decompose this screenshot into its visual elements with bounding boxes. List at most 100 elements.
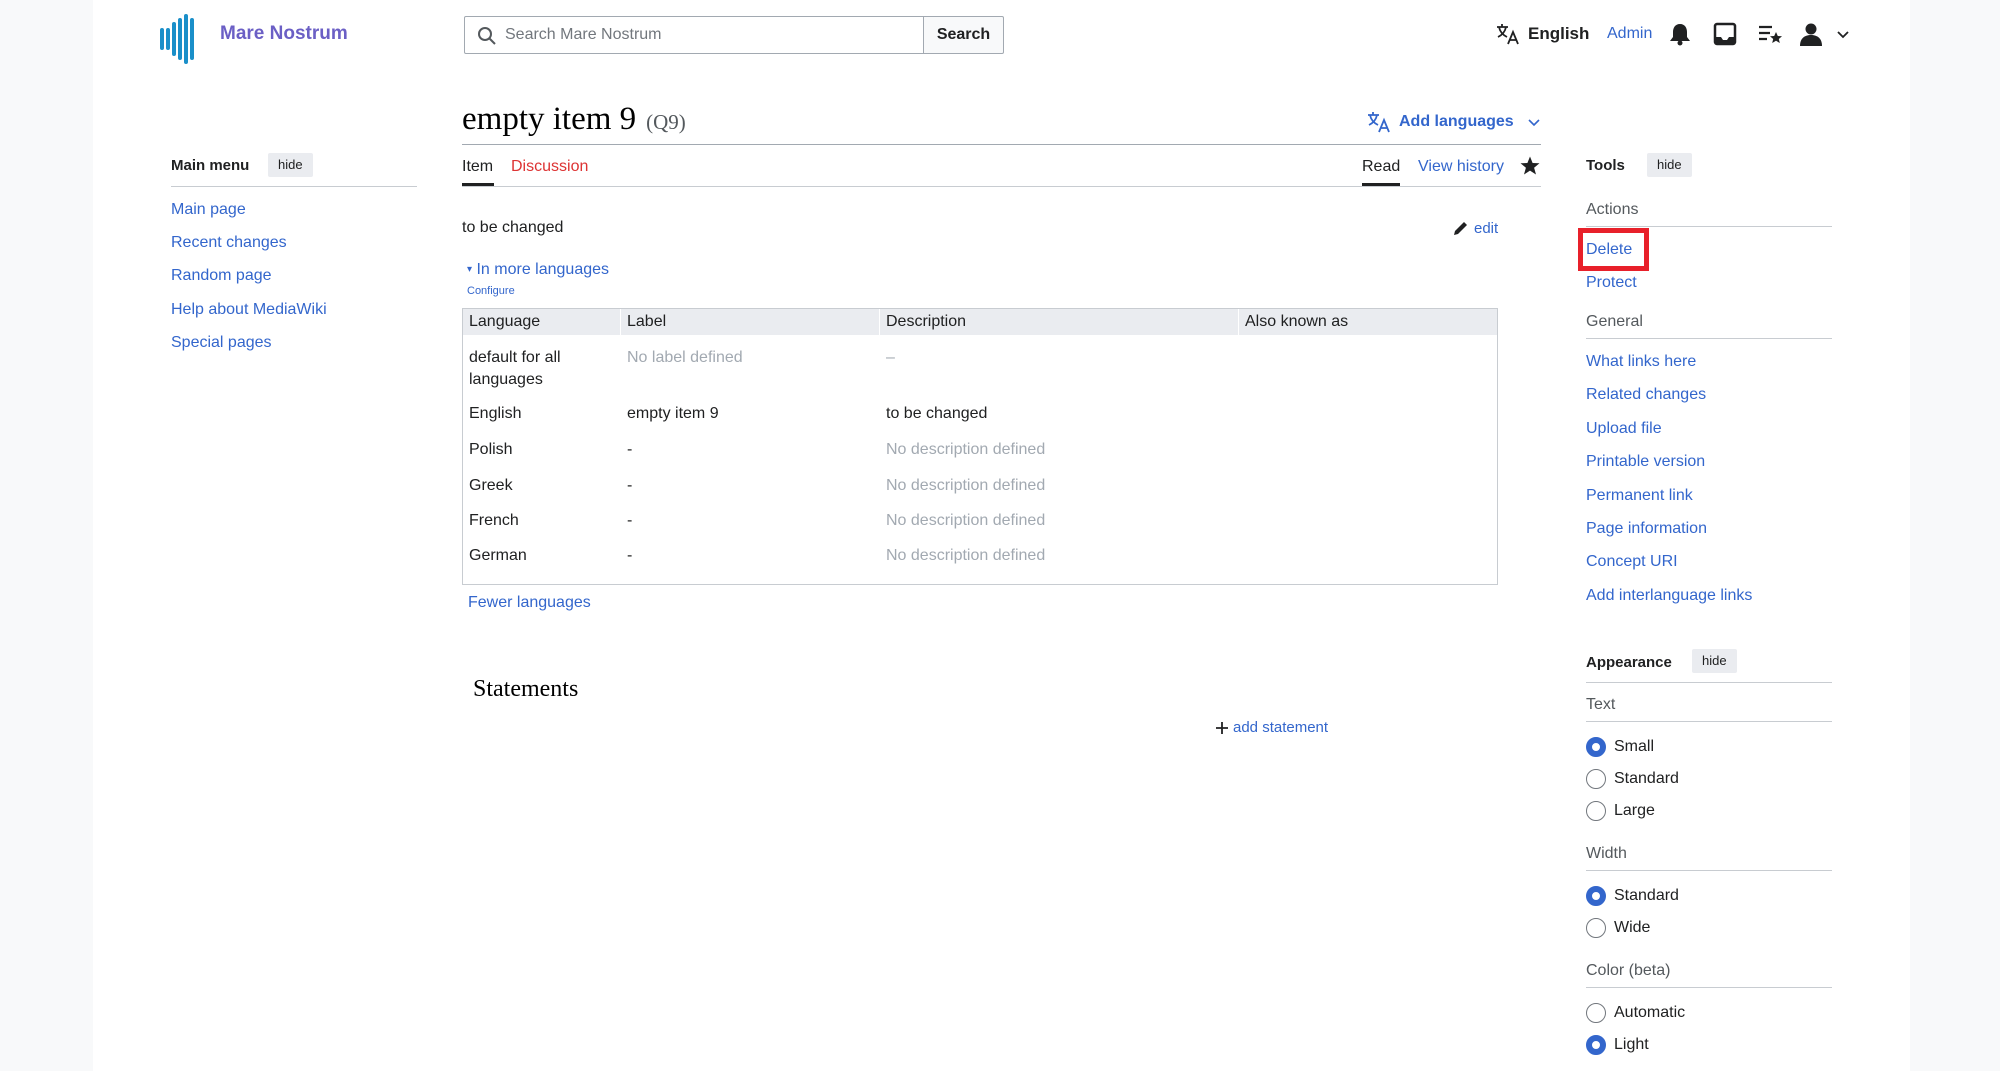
width-wide-option[interactable]: Wide xyxy=(1586,918,1650,938)
add-languages-label: Add languages xyxy=(1399,113,1514,130)
item-id: (Q9) xyxy=(646,110,686,134)
search-box[interactable] xyxy=(464,16,925,54)
appearance-divider xyxy=(1586,682,1832,683)
radio-width-wide[interactable] xyxy=(1586,918,1606,938)
general-heading: General xyxy=(1586,313,1643,330)
row-label[interactable]: - xyxy=(627,510,632,532)
column-header-language: Language xyxy=(469,313,541,330)
search-button[interactable]: Search xyxy=(923,16,1004,54)
radio-light[interactable] xyxy=(1586,1035,1606,1055)
edit-button[interactable]: edit xyxy=(1452,219,1498,237)
text-size-small-option[interactable]: Small xyxy=(1586,737,1654,757)
table-header: Language Label Description Also known as xyxy=(463,309,1497,335)
row-label[interactable]: - xyxy=(627,475,632,497)
edit-label: edit xyxy=(1474,219,1499,237)
color-light-option[interactable]: Light xyxy=(1586,1035,1649,1055)
sidebar-item-recent-changes[interactable]: Recent changes xyxy=(171,234,287,252)
radio-label: Wide xyxy=(1614,919,1651,936)
radio-large[interactable] xyxy=(1586,801,1606,821)
radio-label: Automatic xyxy=(1614,1004,1686,1021)
column-header-label: Label xyxy=(627,313,667,330)
add-languages-button[interactable]: Add languages xyxy=(1367,111,1542,133)
watch-star-icon[interactable] xyxy=(1519,155,1541,182)
site-name[interactable]: Mare Nostrum xyxy=(220,23,348,45)
add-statement-button[interactable]: add statement xyxy=(1215,719,1328,736)
row-label[interactable]: - xyxy=(627,439,632,461)
row-language: French xyxy=(469,512,519,529)
tools-item-related-changes[interactable]: Related changes xyxy=(1586,386,1706,404)
tab-read[interactable]: Read xyxy=(1362,158,1400,176)
tools-hide-button[interactable]: hide xyxy=(1647,153,1692,177)
sidebar-item-help[interactable]: Help about MediaWiki xyxy=(171,301,327,319)
pencil-icon xyxy=(1454,222,1467,235)
row-description[interactable]: to be changed xyxy=(886,403,987,425)
actions-divider xyxy=(1586,226,1832,227)
row-label[interactable]: empty item 9 xyxy=(627,403,719,425)
title-divider xyxy=(462,144,1541,145)
color-automatic-option[interactable]: Automatic xyxy=(1586,1003,1685,1023)
tools-item-upload-file[interactable]: Upload file xyxy=(1586,420,1662,438)
tools-item-concept-uri[interactable]: Concept URI xyxy=(1586,553,1678,571)
radio-small[interactable] xyxy=(1586,737,1606,757)
languages-table: Language Label Description Also known as… xyxy=(462,308,1498,585)
row-label[interactable]: - xyxy=(627,545,632,567)
tools-item-printable-version[interactable]: Printable version xyxy=(1586,453,1705,471)
tab-view-history[interactable]: View history xyxy=(1418,158,1504,176)
tab-discussion[interactable]: Discussion xyxy=(511,158,588,176)
main-menu-heading: Main menu xyxy=(171,157,250,174)
width-standard-option[interactable]: Standard xyxy=(1586,886,1679,906)
tools-item-add-interlanguage-links[interactable]: Add interlanguage links xyxy=(1586,587,1752,605)
text-size-standard-option[interactable]: Standard xyxy=(1586,769,1679,789)
row-description[interactable]: No description defined xyxy=(886,545,1045,567)
sidebar-item-special-pages[interactable]: Special pages xyxy=(171,334,272,352)
radio-automatic[interactable] xyxy=(1586,1003,1606,1023)
main-menu-hide-button[interactable]: hide xyxy=(268,153,313,177)
site-logo[interactable] xyxy=(159,8,203,64)
chevron-down-icon[interactable] xyxy=(1834,21,1852,47)
sidebar-item-random-page[interactable]: Random page xyxy=(171,267,272,285)
search-input[interactable] xyxy=(505,17,915,53)
text-size-large-option[interactable]: Large xyxy=(1586,801,1655,821)
row-label[interactable]: No label defined xyxy=(627,347,743,369)
row-description[interactable]: No description defined xyxy=(886,510,1045,532)
plus-icon xyxy=(1216,721,1228,734)
radio-label: Small xyxy=(1614,738,1655,755)
tabs-divider xyxy=(462,186,1541,187)
tools-item-page-information[interactable]: Page information xyxy=(1586,520,1707,538)
inbox-icon[interactable] xyxy=(1712,21,1738,47)
radio-standard[interactable] xyxy=(1586,769,1606,789)
notifications-icon[interactable] xyxy=(1667,21,1693,47)
row-language: default for all languages xyxy=(469,349,561,388)
general-divider xyxy=(1586,338,1832,339)
appearance-hide-button[interactable]: hide xyxy=(1692,649,1737,673)
actions-heading: Actions xyxy=(1586,201,1639,218)
in-more-languages-toggle[interactable]: ▾ In more languages xyxy=(467,261,609,279)
row-language: German xyxy=(469,547,527,564)
statements-heading: Statements xyxy=(473,676,579,702)
row-language: Greek xyxy=(469,477,513,494)
caret-down-icon: ▾ xyxy=(467,264,473,275)
tools-item-what-links-here[interactable]: What links here xyxy=(1586,353,1696,371)
watchlist-icon[interactable] xyxy=(1757,21,1783,47)
row-description[interactable]: No description defined xyxy=(886,475,1045,497)
tools-item-permanent-link[interactable]: Permanent link xyxy=(1586,487,1693,505)
main-menu-divider xyxy=(171,186,417,187)
width-heading: Width xyxy=(1586,845,1627,862)
tab-item[interactable]: Item xyxy=(462,158,493,176)
sidebar-item-main-page[interactable]: Main page xyxy=(171,201,246,219)
radio-label: Standard xyxy=(1614,887,1679,904)
row-description[interactable]: – xyxy=(886,347,895,369)
row-description[interactable]: No description defined xyxy=(886,439,1045,461)
radio-label: Large xyxy=(1614,802,1655,819)
search-icon xyxy=(478,27,496,45)
logo-icon xyxy=(160,14,194,64)
radio-width-standard[interactable] xyxy=(1586,886,1606,906)
user-icon[interactable] xyxy=(1798,21,1824,47)
language-button[interactable]: English xyxy=(1496,23,1589,45)
user-link[interactable]: Admin xyxy=(1607,25,1652,43)
tools-item-protect[interactable]: Protect xyxy=(1586,274,1637,292)
item-description: to be changed xyxy=(462,219,564,236)
text-size-heading: Text xyxy=(1586,696,1616,713)
configure-link[interactable]: Configure xyxy=(467,285,515,297)
fewer-languages-link[interactable]: Fewer languages xyxy=(468,594,591,612)
